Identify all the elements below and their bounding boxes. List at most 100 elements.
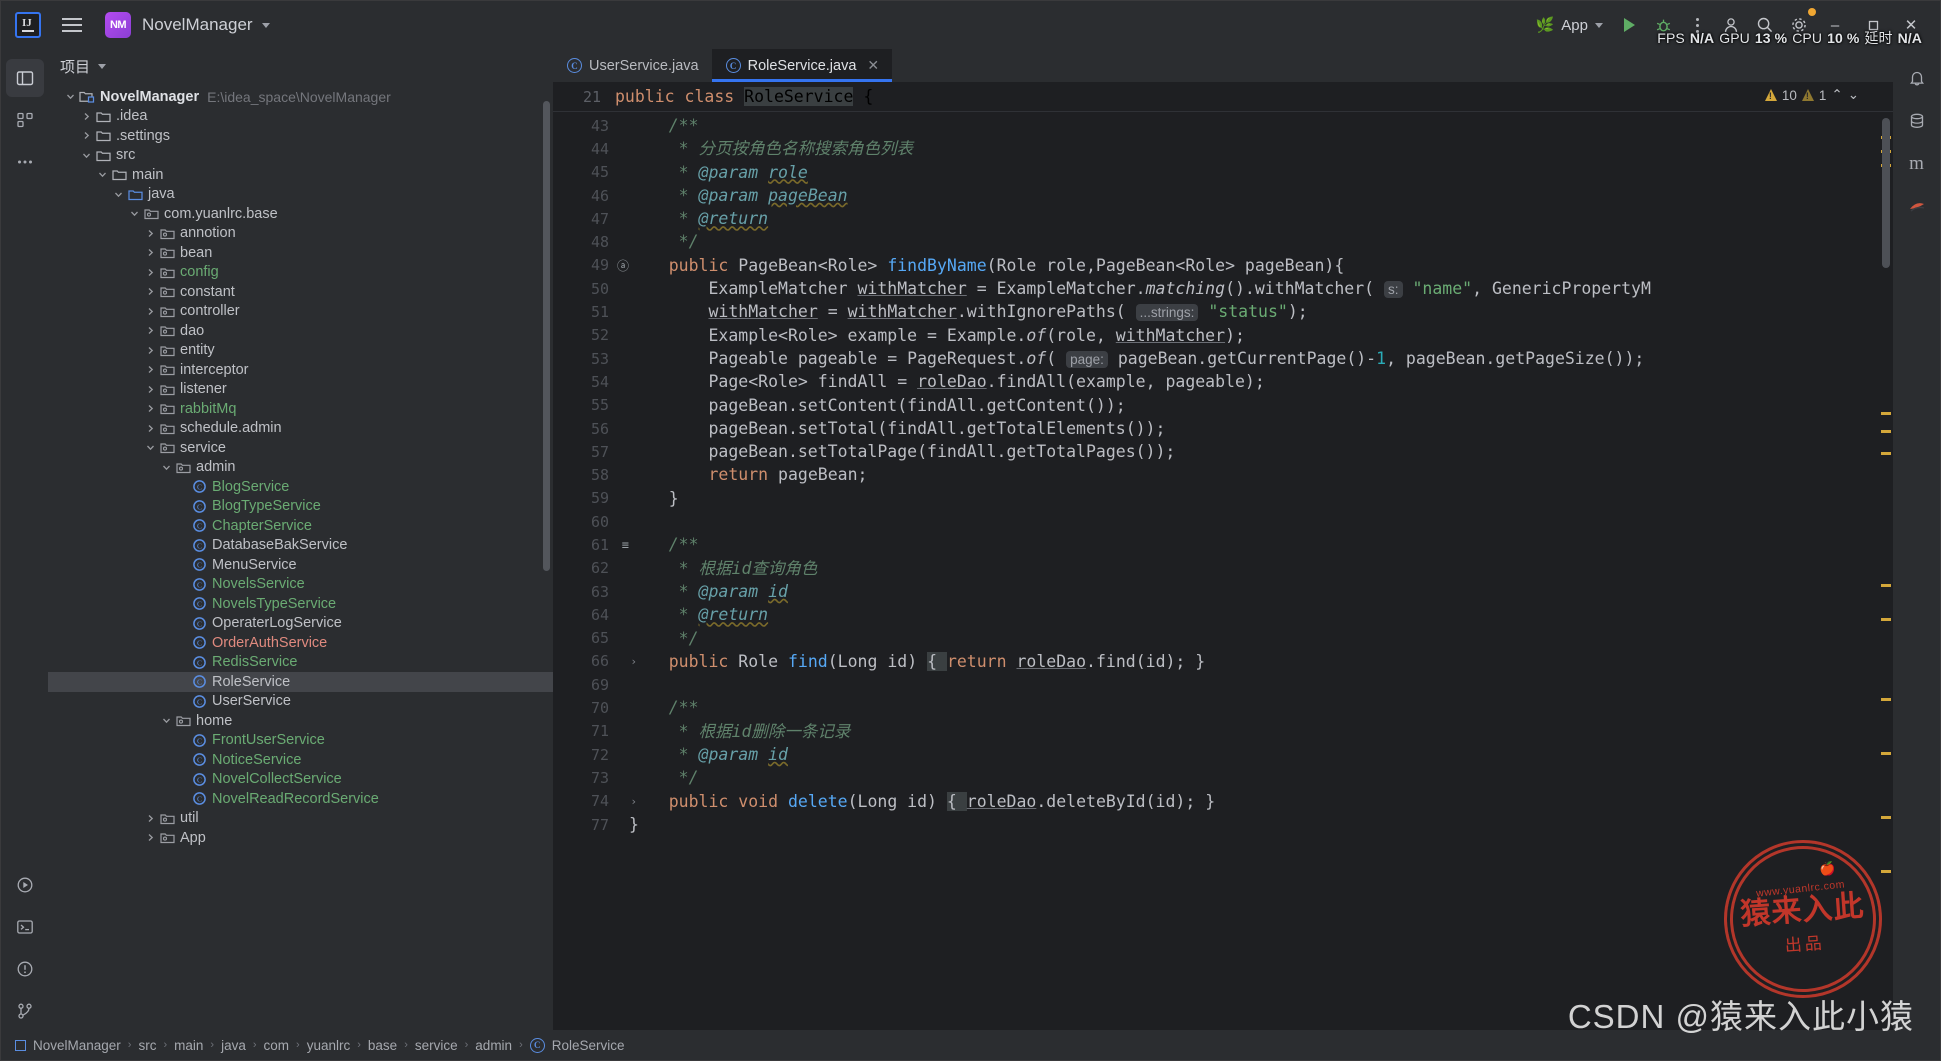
breadcrumb-item[interactable]: base	[368, 1038, 397, 1053]
project-name-selector[interactable]: NovelManager	[142, 15, 270, 35]
tree-node-interceptor[interactable]: interceptor	[48, 360, 553, 380]
gutter-line-66[interactable]: 66 ›	[553, 650, 637, 673]
chevron-down-icon[interactable]	[62, 92, 78, 101]
code-line[interactable]: /**	[615, 696, 1877, 719]
code-line[interactable]: public void delete(Long id) { roleDao.de…	[615, 790, 1877, 813]
error-stripe-marker-bar[interactable]	[1877, 112, 1893, 1030]
code-line[interactable]: */	[615, 627, 1877, 650]
gutter-line-57[interactable]: 57	[553, 440, 615, 463]
chevron-right-icon[interactable]	[142, 814, 158, 823]
code-line[interactable]: /**	[615, 114, 1877, 137]
debug-button[interactable]	[1646, 9, 1680, 41]
chevron-right-icon[interactable]	[142, 287, 158, 296]
tree-node-novelstypeservice[interactable]: C NovelsTypeService	[48, 594, 553, 614]
gutter-line-70[interactable]: 70	[553, 696, 615, 719]
chevron-right-icon[interactable]	[78, 131, 94, 140]
code-lines[interactable]: /** * 分页按角色名称搜索角色列表 * @param role * @par…	[615, 112, 1877, 1030]
breadcrumb-item[interactable]: NovelManager	[33, 1038, 121, 1053]
tree-node-chapterservice[interactable]: C ChapterService	[48, 516, 553, 536]
run-configuration-selector[interactable]: 🌿 App	[1527, 13, 1612, 38]
chevron-down-icon[interactable]	[78, 151, 94, 160]
breadcrumb-item[interactable]: main	[174, 1038, 203, 1053]
breadcrumb-item[interactable]: yuanlrc	[307, 1038, 351, 1053]
inspection-widget[interactable]: 10 1 ⌃ ⌄	[1764, 87, 1859, 103]
breadcrumb-item[interactable]: com	[264, 1038, 290, 1053]
gutter-line-72[interactable]: 72	[553, 743, 615, 766]
gutter-line-49[interactable]: 49 ⓐ	[553, 254, 629, 277]
gutter-line-50[interactable]: 50	[553, 277, 615, 300]
structure-tool-icon[interactable]	[6, 101, 44, 139]
tree-node-blogtypeservice[interactable]: C BlogTypeService	[48, 497, 553, 517]
gutter-line-55[interactable]: 55	[553, 394, 615, 417]
chevron-down-icon[interactable]	[110, 190, 126, 199]
gutter-line-47[interactable]: 47	[553, 207, 615, 230]
code-line[interactable]: pageBean.setContent(findAll.getContent()…	[615, 394, 1877, 417]
gutter-line-44[interactable]: 44	[553, 137, 615, 160]
tree-node-entity[interactable]: entity	[48, 341, 553, 361]
notifications-icon[interactable]	[1898, 59, 1936, 97]
tree-node-novelcollectservice[interactable]: C NovelCollectService	[48, 770, 553, 790]
tree-node-blogservice[interactable]: C BlogService	[48, 477, 553, 497]
tree-node-main[interactable]: main	[48, 165, 553, 185]
code-line[interactable]: withMatcher = withMatcher.withIgnorePath…	[615, 300, 1877, 323]
code-line[interactable]: * @param role	[615, 161, 1877, 184]
code-line[interactable]: Example<Role> example = Example.of(role,…	[615, 324, 1877, 347]
code-line[interactable]: * 分页按角色名称搜索角色列表	[615, 137, 1877, 160]
code-line[interactable]: * @param id	[615, 743, 1877, 766]
tree-node-home[interactable]: home	[48, 711, 553, 731]
code-editor[interactable]: 43 44 45 46 47 48 49 ⓐ 50 51 52 53 54 55 56 57 58 59 60 61 ≡…	[553, 112, 1893, 1030]
code-line[interactable]	[615, 510, 1877, 533]
chevron-down-icon[interactable]	[94, 170, 110, 179]
tree-node-bean[interactable]: bean	[48, 243, 553, 263]
problems-tool-icon[interactable]	[6, 950, 44, 988]
project-badge[interactable]: NM	[105, 12, 131, 38]
tree-node-databasebakservice[interactable]: C DatabaseBakService	[48, 536, 553, 556]
more-tools-icon[interactable]	[6, 143, 44, 181]
code-line[interactable]: * @param id	[615, 580, 1877, 603]
tree-node-operaterlogservice[interactable]: C OperaterLogService	[48, 614, 553, 634]
tree-node-novelmanager[interactable]: NovelManager E:\idea_space\NovelManager	[48, 87, 553, 107]
code-line[interactable]: pageBean.setTotal(findAll.getTotalElemen…	[615, 417, 1877, 440]
code-line[interactable]: pageBean.setTotalPage(findAll.getTotalPa…	[615, 440, 1877, 463]
code-line[interactable]: return pageBean;	[615, 463, 1877, 486]
next-problem-icon[interactable]: ⌄	[1848, 87, 1859, 103]
editor-gutter[interactable]: 43 44 45 46 47 48 49 ⓐ 50 51 52 53 54 55 56 57 58 59 60 61 ≡…	[553, 112, 637, 1030]
tree-node-schedule-admin[interactable]: schedule.admin	[48, 419, 553, 439]
tree-node-novelreadrecordservice[interactable]: C NovelReadRecordService	[48, 789, 553, 809]
settings-icon[interactable]	[1782, 8, 1816, 41]
breadcrumb-item[interactable]: src	[138, 1038, 156, 1053]
code-line[interactable]: }	[615, 487, 1877, 510]
editor-tab-roleservice[interactable]: C RoleService.java ✕	[711, 49, 893, 82]
chevron-down-icon[interactable]	[158, 716, 174, 725]
previous-problem-icon[interactable]: ⌃	[1831, 87, 1842, 103]
close-button[interactable]: ✕	[1892, 9, 1930, 41]
code-line[interactable]: ExampleMatcher withMatcher = ExampleMatc…	[615, 277, 1877, 300]
code-line[interactable]: * @return	[615, 207, 1877, 230]
gutter-line-63[interactable]: 63	[553, 580, 615, 603]
tree-node-userservice[interactable]: C UserService	[48, 692, 553, 712]
tree-node-config[interactable]: config	[48, 263, 553, 283]
gutter-line-65[interactable]: 65	[553, 627, 615, 650]
code-line[interactable]: */	[615, 766, 1877, 789]
chevron-right-icon[interactable]	[142, 307, 158, 316]
breadcrumb-item[interactable]: RoleService	[552, 1038, 625, 1053]
main-menu-icon[interactable]	[59, 12, 85, 38]
project-panel-header[interactable]: 项目	[48, 49, 553, 83]
tree-node-frontuserservice[interactable]: C FrontUserService	[48, 731, 553, 751]
terminal-tool-icon[interactable]	[6, 908, 44, 946]
tree-node-annotion[interactable]: annotion	[48, 224, 553, 244]
chevron-right-icon[interactable]	[78, 112, 94, 121]
tree-node-constant[interactable]: constant	[48, 282, 553, 302]
code-line[interactable]: Pageable pageable = PageRequest.of( page…	[615, 347, 1877, 370]
chevron-right-icon[interactable]	[142, 326, 158, 335]
maven-icon[interactable]: m	[1898, 145, 1936, 183]
code-line[interactable]: */	[615, 230, 1877, 253]
tree-node-novelsservice[interactable]: C NovelsService	[48, 575, 553, 595]
code-line[interactable]: Page<Role> findAll = roleDao.findAll(exa…	[615, 370, 1877, 393]
breadcrumb-item[interactable]: admin	[475, 1038, 512, 1053]
tree-node-app[interactable]: App	[48, 828, 553, 848]
chevron-right-icon[interactable]	[142, 365, 158, 374]
gutter-line-59[interactable]: 59	[553, 487, 615, 510]
gutter-line-43[interactable]: 43	[553, 114, 615, 137]
gutter-line-51[interactable]: 51	[553, 300, 615, 323]
